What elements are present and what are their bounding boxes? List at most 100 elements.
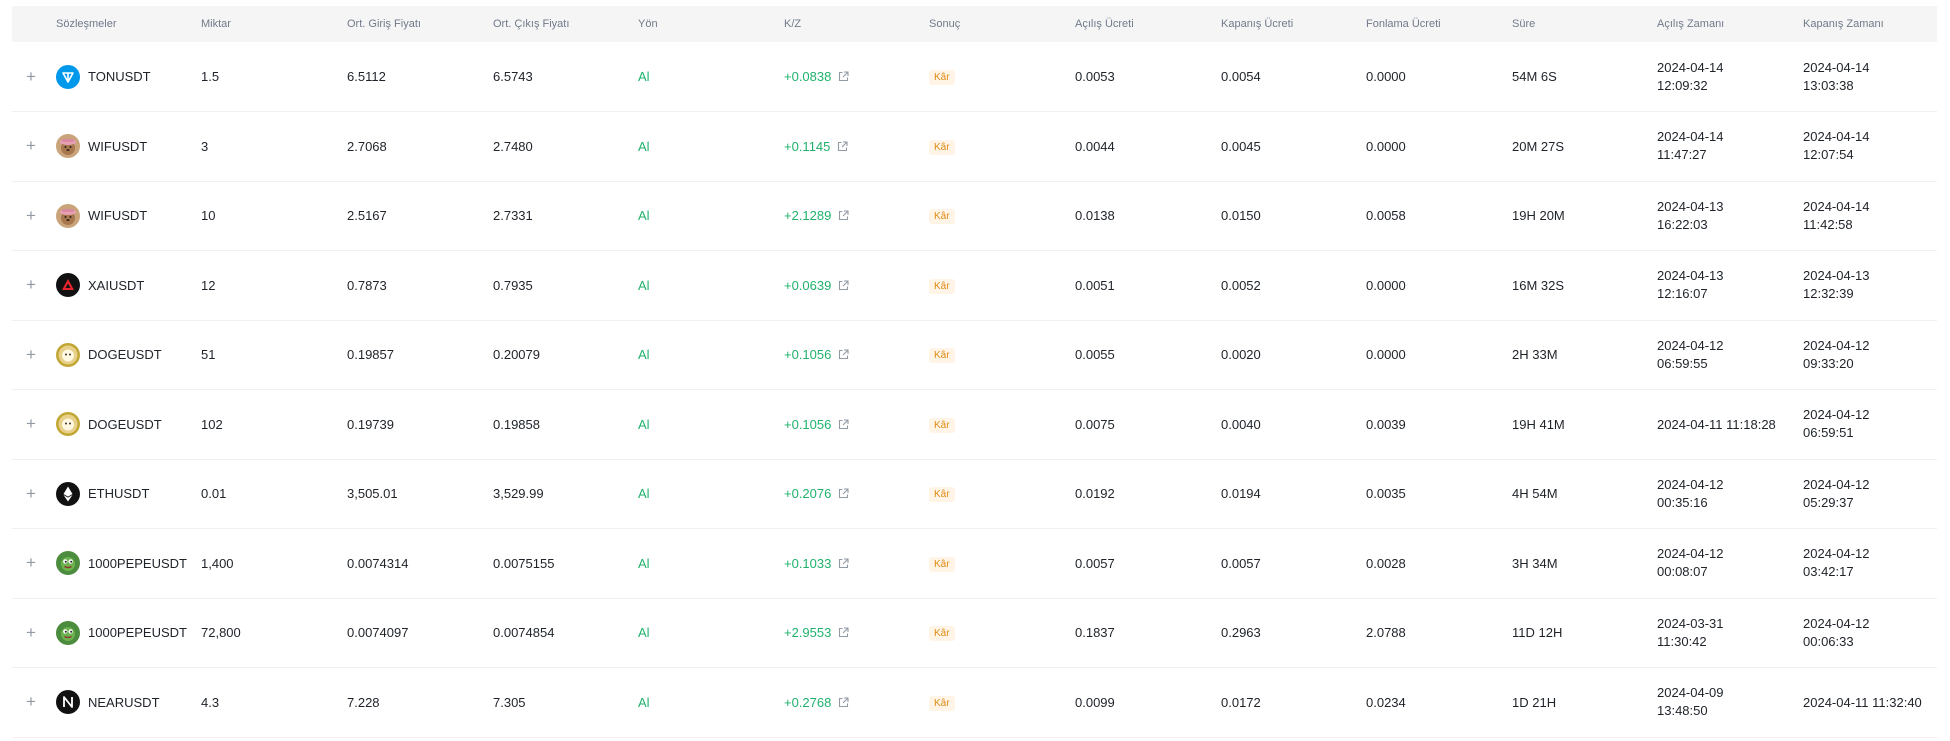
close-time-cell-clock: 12:07:54 [1803,147,1854,163]
direction-cell: Al [638,208,650,224]
result-cell: Kâr [929,251,1075,321]
table-row[interactable]: + WIFUSDT 3 2.7068 2.7480 Al +0.1145 Kâr 0.0044 0… [12,112,1937,182]
close-time-cell-date: 2024-04-14 [1803,59,1870,75]
symbol-label: ETHUSDT [88,486,150,502]
close-time-cell-clock: 09:33:20 [1803,355,1854,371]
share-link-icon[interactable] [838,627,849,638]
direction-cell: Al [638,625,650,641]
expand-row-button[interactable]: + [12,529,56,599]
close-time-cell-date: 2024-04-12 [1803,476,1870,492]
entry-price-cell: 0.0074314 [347,555,409,571]
pnl-value: +0.2076 [784,486,832,502]
result-cell: Kâr [929,668,1075,738]
exit-price-cell: 6.5743 [493,69,533,84]
symbol-label: DOGEUSDT [88,347,162,363]
open-time-cell: 2024-04-13 12:16:07 [1657,251,1803,321]
duration-cell: 1D 21H [1512,694,1557,710]
expand-row-button[interactable]: + [12,668,56,738]
open-time-cell-clock: 16:22:03 [1657,216,1708,232]
amount-cell: 51 [201,347,216,363]
share-link-icon[interactable] [838,488,849,499]
contract-cell: ETHUSDT [56,459,201,529]
contract-cell: NEARUSDT [56,668,201,738]
expand-row-button[interactable]: + [12,42,56,112]
result-badge: Kâr [929,626,955,642]
table-row[interactable]: + WIFUSDT 10 2.5167 2.7331 Al +2.1289 Kâr 0.0138… [12,181,1937,251]
duration-cell: 2H 33M [1512,347,1558,363]
close-time-cell: 2024-04-12 03:42:17 [1803,529,1937,599]
table-row[interactable]: +1000PEPEUSDT 72,800 0.0074097 0.0074854 Al +… [12,598,1937,668]
expand-row-button[interactable]: + [12,251,56,321]
open-time-cell: 2024-04-12 06:59:55 [1657,320,1803,390]
close-time-cell-clock: 11:42:58 [1803,216,1853,232]
close-fee-cell: 0.0054 [1221,69,1261,84]
pnl-cell: +0.0838 [784,42,929,112]
close-time-cell: 2024-04-12 05:29:37 [1803,459,1937,529]
doge-icon [56,412,80,437]
open-time-cell-date: 2024-04-09 [1657,685,1724,701]
header-direction: Yön [638,18,658,30]
funding-fee-cell: 0.0000 [1366,347,1406,363]
contract-cell: DOGEUSDT [56,390,201,460]
expand-row-button[interactable]: + [12,112,56,182]
position-history-table: Sözleşmeler Miktar Ort. Giriş Fiyatı Ort… [12,6,1937,738]
table-row[interactable]: + TONUSDT 1.5 6.5112 6.5743 Al +0.0838 Kâr 0.005… [12,42,1937,112]
open-time-cell-clock: 13:48:50 [1657,703,1708,719]
share-link-icon[interactable] [838,280,849,291]
open-time-cell-clock: 00:35:16 [1657,494,1708,510]
funding-fee-cell: 0.0234 [1366,694,1406,710]
open-fee-cell: 0.0138 [1075,208,1115,224]
symbol-label: WIFUSDT [88,138,148,154]
close-time-cell: 2024-04-12 06:59:51 [1803,390,1937,460]
table-row[interactable]: +1000PEPEUSDT 1,400 0.0074314 0.0075155 Al +0… [12,529,1937,599]
share-link-icon[interactable] [838,349,849,360]
pnl-cell: +0.1145 [784,112,929,182]
funding-fee-cell: 0.0035 [1366,486,1406,502]
pnl-cell: +0.1033 [784,529,929,599]
ton-icon [56,64,80,89]
table-row[interactable]: + XAIUSDT 12 0.7873 0.7935 Al +0.0639 Kâr 0.0051… [12,251,1937,321]
open-fee-cell: 0.0075 [1075,416,1115,432]
contract-cell: 1000PEPEUSDT [56,529,201,599]
exit-price-cell: 0.0074854 [493,625,555,641]
entry-price-cell: 3,505.01 [347,486,398,502]
table-row[interactable]: + NEARUSDT 4.3 7.228 7.305 Al +0.2768 Kâr 0.0099… [12,668,1937,738]
share-link-icon[interactable] [838,697,849,708]
table-row[interactable]: + DOGEUSDT 51 0.19857 0.20079 Al +0.1056 Kâr 0.0… [12,320,1937,390]
contract-cell: TONUSDT [56,42,201,112]
expand-row-button[interactable]: + [12,390,56,460]
exit-price-cell: 0.0075155 [493,555,555,571]
expand-row-button[interactable]: + [12,181,56,251]
share-link-icon[interactable] [838,210,849,221]
open-time-cell-clock: 00:08:07 [1657,564,1708,580]
expand-row-button[interactable]: + [12,320,56,390]
share-link-icon[interactable] [838,558,849,569]
entry-price-cell: 6.5112 [347,69,386,84]
exit-price-cell: 2.7331 [493,208,533,224]
duration-cell: 3H 34M [1512,555,1558,571]
table-row[interactable]: + DOGEUSDT 102 0.19739 0.19858 Al +0.1056 Kâr 0.… [12,390,1937,460]
header-open-time: Açılış Zamanı [1657,18,1725,30]
open-time-cell: 2024-03-31 11:30:42 [1657,598,1803,668]
duration-cell: 16M 32S [1512,277,1565,293]
expand-row-button[interactable]: + [12,598,56,668]
expand-row-button[interactable]: + [12,459,56,529]
contract-cell: WIFUSDT [56,112,201,182]
close-fee-cell: 0.0040 [1221,416,1261,432]
result-cell: Kâr [929,598,1075,668]
symbol-label: XAIUSDT [88,277,145,293]
share-link-icon[interactable] [838,419,849,430]
funding-fee-cell: 0.0058 [1366,208,1406,224]
close-time-cell: 2024-04-13 12:32:39 [1803,251,1937,321]
header-avg-entry: Ort. Giriş Fiyatı [347,18,421,30]
result-cell: Kâr [929,390,1075,460]
header-amount: Miktar [201,18,231,30]
amount-cell: 4.3 [201,694,220,710]
open-time-cell: 2024-04-14 12:09:32 [1657,42,1803,112]
close-time-cell-date: 2024-04-12 [1803,546,1870,562]
share-link-icon[interactable] [837,141,848,152]
funding-fee-cell: 0.0039 [1366,416,1406,432]
amount-cell: 3 [201,138,209,154]
table-row[interactable]: + ETHUSDT 0.01 3,505.01 3,529.99 Al +0.2076 Kâr… [12,459,1937,529]
share-link-icon[interactable] [838,71,849,82]
